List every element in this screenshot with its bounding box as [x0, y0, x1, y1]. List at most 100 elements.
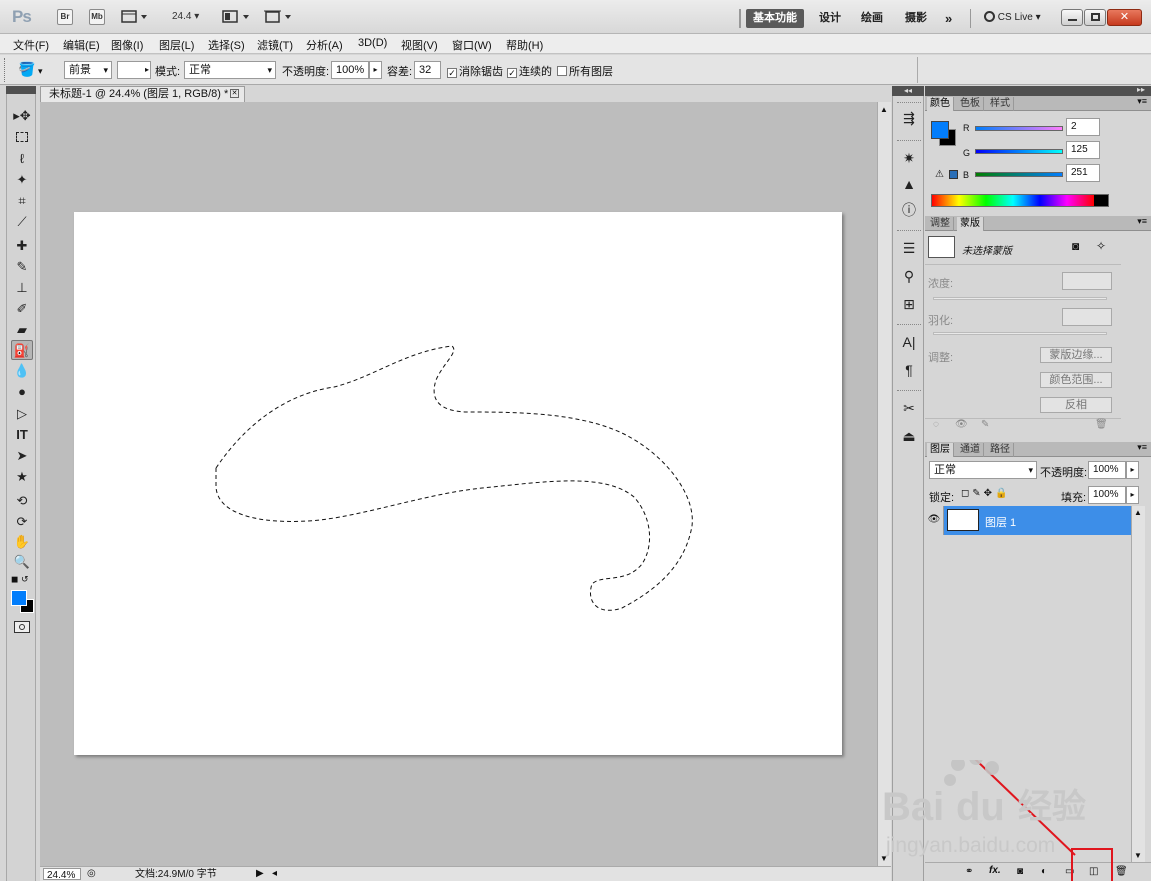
link-layers-icon[interactable]: ⚭: [965, 866, 973, 877]
cs-live-button[interactable]: CS Live ▾: [984, 11, 1041, 23]
close-tab-icon[interactable]: ✕: [230, 89, 239, 98]
type-tool[interactable]: IT: [11, 425, 33, 445]
tab-paths[interactable]: 路径: [987, 443, 1014, 457]
workspace-design[interactable]: 设计: [812, 9, 848, 28]
status-menu-icon[interactable]: ◎: [87, 867, 96, 880]
history-brush-tool[interactable]: ✐: [11, 299, 33, 319]
3d-rotate-tool[interactable]: ⟲: [11, 491, 33, 511]
lasso-tool[interactable]: ℓ: [11, 149, 33, 169]
tab-swatches[interactable]: 色板: [957, 97, 984, 111]
paint-bucket-tool[interactable]: ⛽: [11, 340, 33, 360]
shape-tool[interactable]: ★: [11, 467, 33, 487]
foreground-color-swatch[interactable]: [11, 590, 27, 606]
hand-tool[interactable]: ✋: [11, 532, 33, 552]
layer-opacity-input[interactable]: 100%: [1088, 461, 1126, 479]
menu-layer[interactable]: 图层(L): [159, 37, 194, 53]
color-fg-swatch[interactable]: [931, 121, 949, 139]
scroll-down-icon[interactable]: ▼: [880, 854, 888, 863]
vertical-scrollbar[interactable]: ▲ ▼: [877, 102, 891, 866]
brushes-panel-icon[interactable]: ☰: [899, 238, 919, 258]
menu-help[interactable]: 帮助(H): [506, 37, 543, 53]
menu-view[interactable]: 视图(V): [401, 37, 438, 53]
gamut-warning-icon[interactable]: ⚠: [935, 169, 944, 180]
antialias-checkbox[interactable]: ✓ 消除锯齿: [447, 63, 503, 79]
g-slider[interactable]: [975, 149, 1063, 154]
menu-select[interactable]: 选择(S): [208, 37, 245, 53]
menu-file[interactable]: 文件(F): [13, 37, 49, 53]
minimize-button[interactable]: [1061, 9, 1083, 26]
color-ramp[interactable]: [931, 194, 1109, 207]
tool-presets-panel-icon[interactable]: ⊞: [899, 294, 919, 314]
minibridge-button[interactable]: Mb: [89, 9, 105, 25]
marquee-tool[interactable]: [11, 128, 33, 148]
screen-mode-button[interactable]: [264, 10, 294, 24]
delete-layer-icon[interactable]: 🗑: [1115, 866, 1128, 877]
scroll-up-icon[interactable]: ▲: [1134, 508, 1142, 517]
magic-wand-tool[interactable]: ✦: [11, 170, 33, 190]
color-range-button[interactable]: 颜色范围...: [1040, 372, 1112, 388]
b-slider[interactable]: [975, 172, 1063, 177]
document-canvas[interactable]: [74, 212, 842, 755]
collapse-strip-icon[interactable]: ◂◂: [892, 86, 924, 96]
adjustment-layer-icon[interactable]: ◐: [1041, 866, 1047, 877]
mode-select[interactable]: 正常 ▾: [184, 61, 276, 79]
pattern-picker[interactable]: ▸: [117, 61, 151, 79]
navigator-panel-icon[interactable]: ✷: [899, 148, 919, 168]
maximize-button[interactable]: [1084, 9, 1106, 26]
histogram-panel-icon[interactable]: ▲: [899, 174, 919, 194]
disable-mask-icon[interactable]: ✎: [981, 419, 989, 430]
all-layers-checkbox[interactable]: 所有图层: [557, 63, 613, 79]
clone-source-panel-icon[interactable]: ⚲: [899, 266, 919, 286]
add-mask-icon[interactable]: ◙: [1017, 866, 1023, 877]
fill-source-select[interactable]: 前景 ▾: [64, 61, 112, 79]
fill-slider-toggle[interactable]: ▸: [1126, 486, 1139, 504]
tab-channels[interactable]: 通道: [957, 443, 984, 457]
lock-icons[interactable]: ◻✎✥🔒: [961, 488, 1011, 499]
zoom-tool[interactable]: 🔍: [11, 552, 33, 572]
arrange-documents-button[interactable]: [222, 10, 252, 24]
bridge-button[interactable]: Br: [57, 9, 73, 25]
layer-name[interactable]: 图层 1: [985, 514, 1016, 530]
gamut-swatch[interactable]: [949, 170, 958, 179]
g-input[interactable]: 125: [1066, 141, 1100, 159]
zoom-field[interactable]: 24.4%: [43, 868, 81, 881]
tool-preset-picker[interactable]: 🪣 ▾: [18, 61, 52, 79]
scroll-down-icon[interactable]: ▼: [1134, 851, 1142, 860]
delete-mask-icon[interactable]: 🗑: [1095, 419, 1108, 430]
layers-scrollbar[interactable]: ▲ ▼: [1131, 506, 1145, 862]
history-panel-icon[interactable]: ⇶: [899, 108, 919, 128]
character-panel-icon[interactable]: A|: [899, 332, 919, 352]
layer-row[interactable]: 👁 图层 1: [925, 506, 1131, 535]
scroll-up-icon[interactable]: ▲: [880, 105, 888, 114]
quick-mask-button[interactable]: [14, 621, 30, 633]
r-slider[interactable]: [975, 126, 1063, 131]
opacity-input[interactable]: 100%: [331, 61, 369, 79]
feather-slider[interactable]: [933, 332, 1107, 335]
blur-tool[interactable]: 💧: [11, 361, 33, 381]
contiguous-checkbox[interactable]: ✓ 连续的: [507, 63, 552, 79]
healing-brush-tool[interactable]: ✚: [11, 236, 33, 256]
invert-button[interactable]: 反相: [1040, 397, 1112, 413]
layer-opacity-slider-toggle[interactable]: ▸: [1126, 461, 1139, 479]
path-selection-tool[interactable]: ➤: [11, 446, 33, 466]
b-input[interactable]: 251: [1066, 164, 1100, 182]
scroll-left-icon[interactable]: ◂: [272, 867, 277, 880]
3d-panel-icon[interactable]: ✂: [899, 398, 919, 418]
collapse-dock-icon[interactable]: ▸▸: [1137, 85, 1145, 94]
workspace-photography[interactable]: 摄影: [898, 9, 934, 28]
menu-analysis[interactable]: 分析(A): [306, 37, 343, 53]
density-slider[interactable]: [933, 297, 1107, 300]
menu-image[interactable]: 图像(I): [111, 37, 143, 53]
fx-icon[interactable]: fx.: [989, 865, 1001, 876]
load-selection-icon[interactable]: ◌: [933, 419, 939, 430]
view-extras-button[interactable]: [121, 10, 149, 24]
tab-layers[interactable]: 图层: [927, 443, 954, 457]
clone-stamp-tool[interactable]: ⊥: [11, 278, 33, 298]
pen-tool[interactable]: ▷: [11, 404, 33, 424]
paragraph-panel-icon[interactable]: ¶: [899, 360, 919, 380]
eraser-tool[interactable]: ▰: [11, 320, 33, 340]
tab-color[interactable]: 颜色: [927, 97, 954, 111]
3d-orbit-tool[interactable]: ⟳: [11, 512, 33, 532]
tolerance-input[interactable]: 32: [414, 61, 441, 79]
blend-mode-select[interactable]: 正常 ▾: [929, 461, 1037, 479]
